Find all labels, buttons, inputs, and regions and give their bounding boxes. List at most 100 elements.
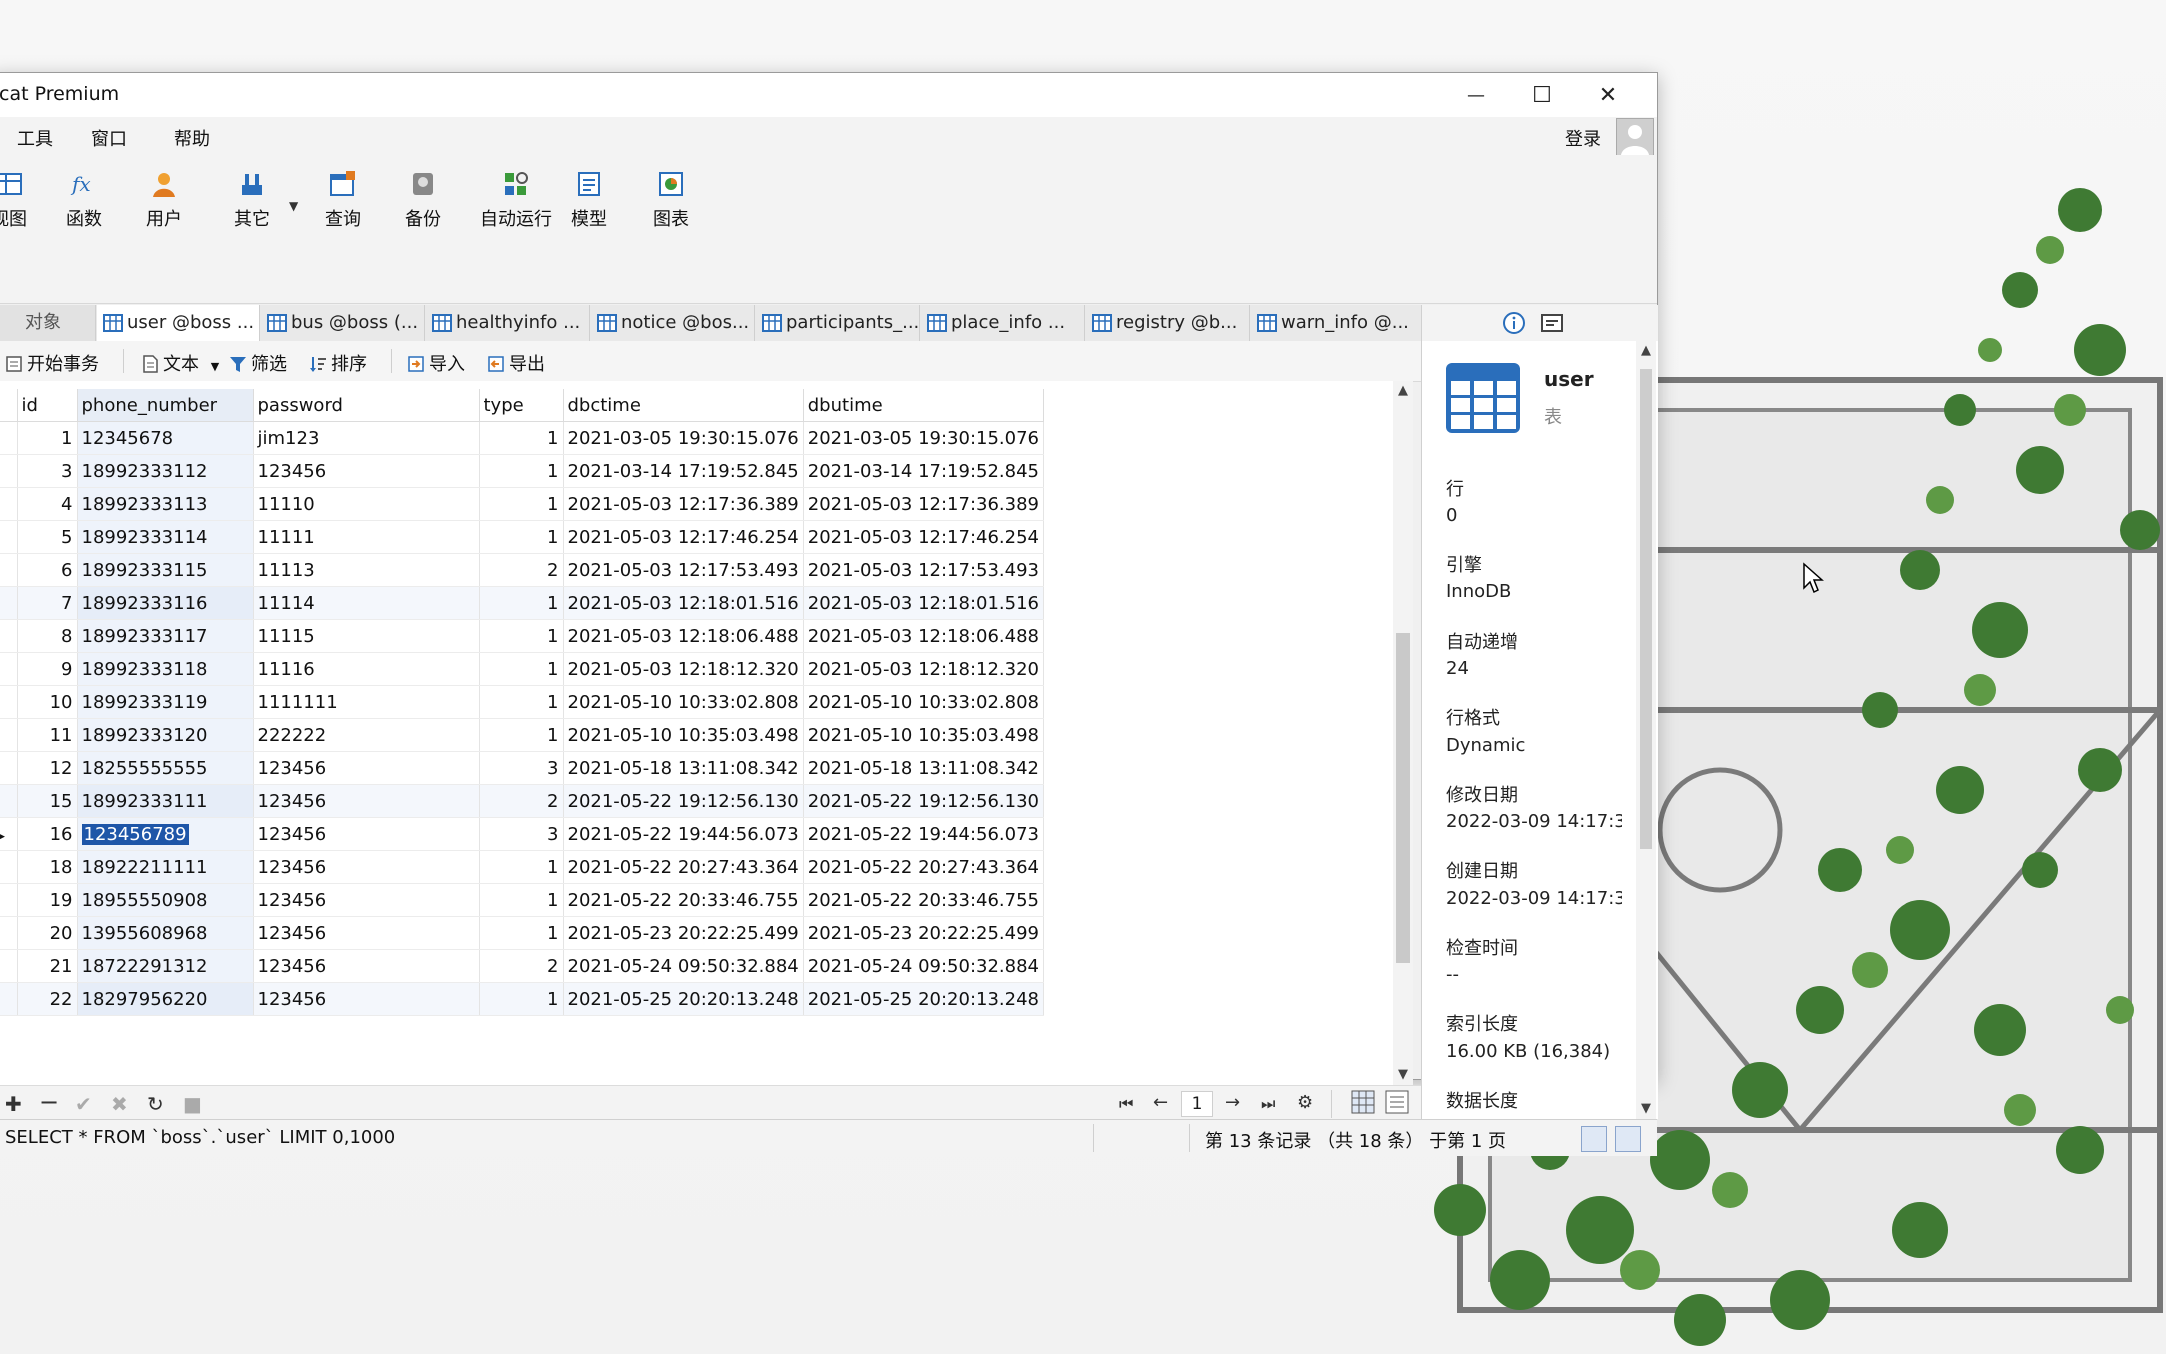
- split-view-left-icon[interactable]: [1581, 1126, 1607, 1152]
- table-cell-type[interactable]: 1: [479, 916, 564, 950]
- table-cell-dbctime[interactable]: 2021-05-24 09:50:32.884: [563, 949, 804, 983]
- table-cell-phone-number[interactable]: 18992333114: [77, 520, 254, 554]
- row-indicator[interactable]: [0, 553, 18, 587]
- table-cell-id[interactable]: 1: [17, 421, 78, 455]
- tab-notice[interactable]: notice @bos...: [591, 305, 755, 341]
- table-cell-id[interactable]: 15: [17, 784, 78, 818]
- table-cell-phone-number[interactable]: 18255555555: [77, 751, 254, 785]
- table-cell-dbctime[interactable]: 2021-05-03 12:18:12.320: [563, 652, 804, 686]
- table-cell-password[interactable]: 123456: [253, 784, 480, 818]
- tab-healthyinfo[interactable]: healthyinfo ...: [426, 305, 590, 341]
- maximize-button[interactable]: ☐: [1509, 73, 1575, 117]
- table-cell-password[interactable]: 11110: [253, 487, 480, 521]
- table-row[interactable]: 9 18992333118 11116 1 2021-05-03 12:18:12.32…: [0, 652, 1045, 686]
- table-cell-type[interactable]: 1: [479, 652, 564, 686]
- toolbar-user-button[interactable]: 用户: [124, 163, 204, 231]
- table-cell-dbutime[interactable]: 2021-05-18 13:11:08.342: [803, 751, 1045, 785]
- table-cell-phone-number[interactable]: 18992333112: [77, 454, 254, 488]
- table-cell-phone-number[interactable]: 18992333115: [77, 553, 254, 587]
- table-row[interactable]: 3 18992333112 123456 1 2021-03-14 17:19:52.8…: [0, 454, 1045, 488]
- table-cell-dbutime[interactable]: 2021-05-03 12:17:53.493: [803, 553, 1045, 587]
- table-cell-password[interactable]: 123456: [253, 751, 480, 785]
- table-cell-phone-number[interactable]: 18297956220: [77, 982, 254, 1016]
- table-cell-dbutime[interactable]: 2021-05-22 20:27:43.364: [803, 850, 1045, 884]
- begin-transaction-button[interactable]: 开始事务: [5, 350, 99, 376]
- table-cell-dbctime[interactable]: 2021-05-03 12:17:36.389: [563, 487, 804, 521]
- table-cell-type[interactable]: 1: [479, 520, 564, 554]
- table-row[interactable]: 20 13955608968 123456 1 2021-05-23 20:22:25.…: [0, 916, 1045, 950]
- row-indicator[interactable]: [0, 421, 18, 455]
- table-cell-dbctime[interactable]: 2021-05-25 20:20:13.248: [563, 982, 804, 1016]
- row-indicator[interactable]: [0, 982, 18, 1016]
- table-row[interactable]: 19 18955550908 123456 1 2021-05-22 20:33:46.…: [0, 883, 1045, 917]
- scroll-down-icon[interactable]: ▼: [1639, 1101, 1653, 1117]
- table-cell-phone-number[interactable]: 18922211111: [77, 850, 254, 884]
- scroll-thumb[interactable]: [1640, 369, 1652, 849]
- table-cell-dbutime[interactable]: 2021-05-22 19:44:56.073: [803, 817, 1045, 851]
- table-cell-id[interactable]: 22: [17, 982, 78, 1016]
- table-row[interactable]: 11 18992333120 222222 1 2021-05-10 10:35:03.…: [0, 718, 1045, 752]
- table-cell-type[interactable]: 1: [479, 883, 564, 917]
- table-cell-dbutime[interactable]: 2021-05-03 12:18:12.320: [803, 652, 1045, 686]
- table-cell-dbctime[interactable]: 2021-05-03 12:18:01.516: [563, 586, 804, 620]
- table-cell-type[interactable]: 2: [479, 949, 564, 983]
- table-cell-password[interactable]: 123456: [253, 982, 480, 1016]
- last-page-icon[interactable]: ⏭: [1261, 1094, 1275, 1114]
- table-cell-phone-number[interactable]: 18992333118: [77, 652, 254, 686]
- table-row[interactable]: 4 18992333113 11110 1 2021-05-03 12:17:36.38…: [0, 487, 1045, 521]
- refresh-icon[interactable]: ↻: [147, 1092, 164, 1116]
- table-row[interactable]: 6 18992333115 11113 2 2021-05-03 12:17:53.49…: [0, 553, 1045, 587]
- column-header-type[interactable]: type: [479, 389, 564, 422]
- table-cell-id[interactable]: 8: [17, 619, 78, 653]
- row-indicator[interactable]: [0, 883, 18, 917]
- row-indicator[interactable]: [0, 619, 18, 653]
- table-cell-phone-number[interactable]: 18992333113: [77, 487, 254, 521]
- table-cell-password[interactable]: 123456: [253, 949, 480, 983]
- table-cell-id[interactable]: 3: [17, 454, 78, 488]
- toolbar-backup-button[interactable]: 备份: [383, 163, 463, 231]
- row-indicator[interactable]: [0, 586, 18, 620]
- table-cell-id[interactable]: 6: [17, 553, 78, 587]
- row-indicator[interactable]: [0, 916, 18, 950]
- scroll-up-icon[interactable]: ▲: [1396, 383, 1410, 399]
- apply-changes-icon[interactable]: ✔: [75, 1092, 92, 1116]
- tab-warn-info[interactable]: warn_info @...: [1251, 305, 1421, 341]
- info-icon[interactable]: [1502, 311, 1526, 335]
- table-cell-dbctime[interactable]: 2021-05-10 10:35:03.498: [563, 718, 804, 752]
- minimize-button[interactable]: —: [1443, 73, 1509, 117]
- column-header-dbctime[interactable]: dbctime: [563, 389, 804, 422]
- table-cell-type[interactable]: 1: [479, 454, 564, 488]
- table-cell-type[interactable]: 3: [479, 817, 564, 851]
- table-cell-password[interactable]: 11115: [253, 619, 480, 653]
- table-cell-password[interactable]: 123456: [253, 883, 480, 917]
- tab-bus[interactable]: bus @boss (...: [261, 305, 425, 341]
- table-cell-id[interactable]: 19: [17, 883, 78, 917]
- import-button[interactable]: 导入: [407, 350, 465, 376]
- scroll-thumb[interactable]: [1396, 633, 1410, 963]
- column-header-id[interactable]: id: [17, 389, 78, 422]
- export-button[interactable]: 导出: [487, 350, 545, 376]
- login-link[interactable]: 登录: [1565, 125, 1601, 151]
- tab-place-info[interactable]: place_info ...: [921, 305, 1085, 341]
- table-cell-phone-number[interactable]: 18992333116: [77, 586, 254, 620]
- toolbar-other-button[interactable]: 其它: [212, 163, 292, 231]
- table-cell-type[interactable]: 1: [479, 619, 564, 653]
- table-cell-id[interactable]: 11: [17, 718, 78, 752]
- table-cell-dbctime[interactable]: 2021-05-22 20:33:46.755: [563, 883, 804, 917]
- table-row[interactable]: 10 18992333119 1111111 1 2021-05-10 10:33:02…: [0, 685, 1045, 719]
- table-cell-password[interactable]: 123456: [253, 817, 480, 851]
- column-header-dbutime[interactable]: dbutime: [803, 389, 1045, 422]
- toolbar-view-button[interactable]: 视图: [0, 163, 49, 231]
- table-cell-dbctime[interactable]: 2021-05-22 19:44:56.073: [563, 817, 804, 851]
- row-indicator[interactable]: ▶: [0, 817, 18, 851]
- table-cell-dbutime[interactable]: 2021-05-25 20:20:13.248: [803, 982, 1045, 1016]
- table-row[interactable]: 18 18922211111 123456 1 2021-05-22 20:27:43.…: [0, 850, 1045, 884]
- table-cell-phone-number[interactable]: 18955550908: [77, 883, 254, 917]
- table-cell-password[interactable]: 123456: [253, 454, 480, 488]
- table-cell-id[interactable]: 18: [17, 850, 78, 884]
- scroll-down-icon[interactable]: ▼: [1396, 1067, 1410, 1083]
- table-cell-dbctime[interactable]: 2021-05-22 19:12:56.130: [563, 784, 804, 818]
- table-row[interactable]: 7 18992333116 11114 1 2021-05-03 12:18:01.51…: [0, 586, 1045, 620]
- table-cell-dbctime[interactable]: 2021-05-03 12:18:06.488: [563, 619, 804, 653]
- table-cell-phone-number[interactable]: 18992333111: [77, 784, 254, 818]
